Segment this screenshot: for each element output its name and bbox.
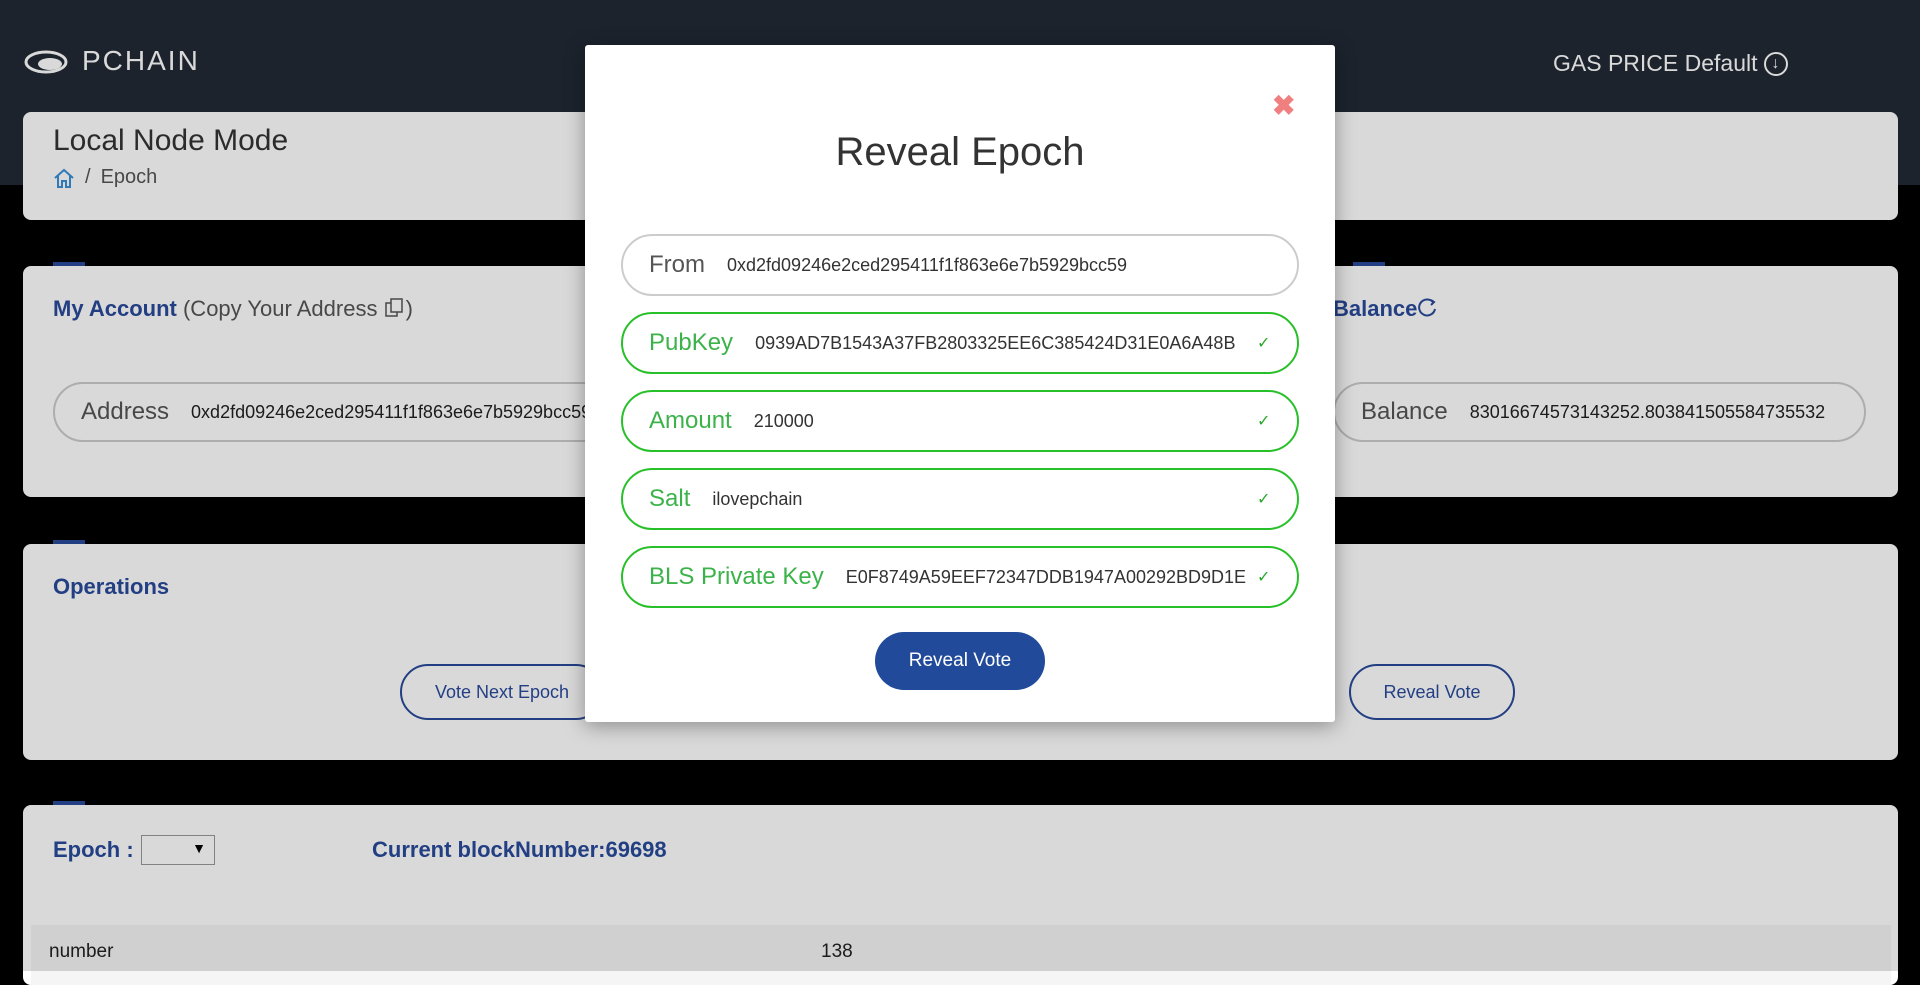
salt-label: Salt	[649, 485, 691, 512]
from-value[interactable]: 0xd2fd09246e2ced295411f1f863e6e7b5929bcc…	[727, 255, 1297, 276]
modal-title: Reveal Epoch	[835, 130, 1085, 174]
salt-field[interactable]: Salt ilovepchain ✓	[621, 468, 1299, 530]
bls-private-key-field[interactable]: BLS Private Key E0F8749A59EEF72347DDB194…	[621, 546, 1299, 608]
check-icon: ✓	[1257, 413, 1271, 430]
check-icon: ✓	[1257, 569, 1271, 586]
close-icon[interactable]: ✖	[1272, 89, 1295, 122]
check-icon: ✓	[1257, 491, 1271, 508]
pubkey-input[interactable]: 0939AD7B1543A37FB2803325EE6C385424D31E0A…	[755, 333, 1257, 354]
salt-input[interactable]: ilovepchain	[712, 489, 1257, 510]
pubkey-label: PubKey	[649, 329, 734, 356]
bls-private-key-label: BLS Private Key	[649, 563, 824, 590]
amount-field[interactable]: Amount 210000 ✓	[621, 390, 1299, 452]
pubkey-field[interactable]: PubKey 0939AD7B1543A37FB2803325EE6C38542…	[621, 312, 1299, 374]
reveal-vote-submit-button[interactable]: Reveal Vote	[875, 632, 1045, 690]
from-field[interactable]: From 0xd2fd09246e2ced295411f1f863e6e7b59…	[621, 234, 1299, 296]
amount-label: Amount	[649, 407, 732, 434]
amount-input[interactable]: 210000	[754, 411, 1257, 432]
from-label: From	[649, 251, 705, 278]
check-icon: ✓	[1257, 335, 1271, 352]
reveal-epoch-modal: ✖ Reveal Epoch From 0xd2fd09246e2ced2954…	[585, 45, 1335, 722]
bls-private-key-input[interactable]: E0F8749A59EEF72347DDB1947A00292BD9D1E	[846, 567, 1257, 588]
